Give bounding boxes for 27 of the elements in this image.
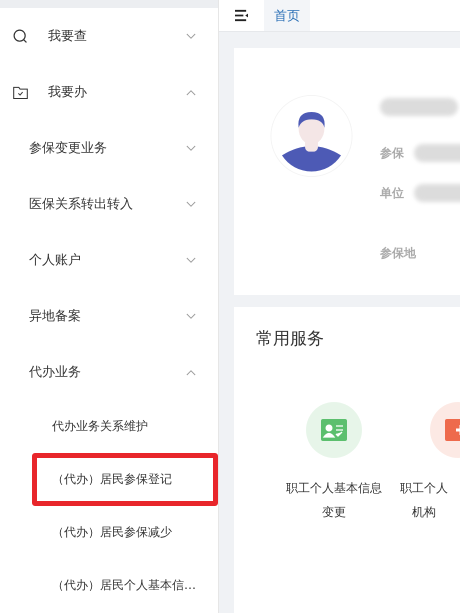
menu-label: 医保关系转出转入 <box>29 196 134 213</box>
menu-icon[interactable] <box>234 9 249 22</box>
field-label: 参保 <box>380 144 404 162</box>
menu-item[interactable]: 个人账户 <box>0 232 218 288</box>
field-label: 参保地 <box>380 244 416 262</box>
field-label: 单位 <box>380 184 404 202</box>
menu-label: 我要查 <box>48 28 88 45</box>
tab[interactable]: 首页 <box>264 0 310 31</box>
service-label[interactable]: 职工个人基本信息 变更 <box>286 476 382 524</box>
menu-item[interactable]: 参保变更业务 <box>0 120 218 176</box>
service-label[interactable]: 职工个人 机构 <box>400 476 448 524</box>
menu-item[interactable]: 我要办 <box>0 64 218 120</box>
menu-item[interactable]: （代办）居民个人基本信… <box>32 559 218 612</box>
menu-label: 我要办 <box>48 84 88 101</box>
menu-label: 个人账户 <box>29 252 82 269</box>
menu-item[interactable]: 我要查 <box>0 8 218 64</box>
menu-item[interactable]: 代办业务 <box>0 344 218 400</box>
menu-label: 异地备案 <box>29 308 82 325</box>
menu-item[interactable]: 代办业务关系维护 <box>32 400 218 453</box>
menu-item[interactable]: （代办）居民参保减少 <box>32 506 218 559</box>
section-title: 常用服务 <box>256 328 325 350</box>
menu-item[interactable]: 医保关系转出转入 <box>0 176 218 232</box>
menu-item[interactable]: （代办）居民参保登记 <box>32 453 218 506</box>
menu-label: 代办业务 <box>29 364 82 381</box>
menu-label: 参保变更业务 <box>29 140 108 157</box>
menu-item[interactable]: 异地备案 <box>0 288 218 344</box>
search-icon <box>12 28 29 44</box>
